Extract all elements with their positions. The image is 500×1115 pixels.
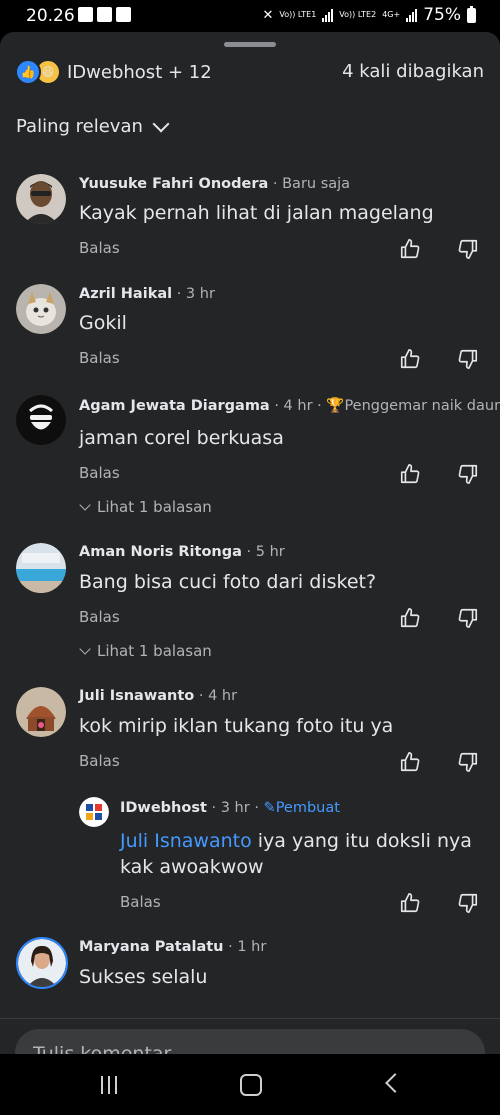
composer-bar: [0, 1018, 500, 1054]
comments-sheet: 👍 😆 IDwebhost + 12 4 kali dibagikan Pali…: [0, 32, 500, 1054]
thumbs-up-icon[interactable]: [399, 751, 421, 773]
comment-time: · 1 hr: [228, 939, 267, 955]
reply-time: · 3 hr ·: [211, 800, 259, 816]
avatar[interactable]: [16, 284, 66, 334]
recent-apps-icon[interactable]: [101, 1076, 117, 1094]
comment-time: · 3 hr: [176, 286, 215, 302]
gallery-icon: [116, 7, 131, 22]
like-reaction-icon: 👍: [15, 59, 41, 85]
comment-time: · Baru saja: [272, 176, 351, 192]
trophy-icon: 🏆: [326, 398, 345, 414]
avatar[interactable]: [16, 395, 66, 445]
thumbs-up-icon[interactable]: [399, 348, 421, 370]
thumbs-up-icon[interactable]: [399, 607, 421, 629]
avatar[interactable]: [16, 687, 66, 737]
thumbs-down-icon[interactable]: [457, 463, 479, 485]
shares-count[interactable]: 4 kali dibagikan: [342, 61, 484, 82]
youtube-icon: [97, 7, 112, 22]
thumbs-down-icon[interactable]: [457, 348, 479, 370]
home-icon[interactable]: [240, 1074, 262, 1096]
page-avatar[interactable]: [79, 797, 109, 827]
commenter-name[interactable]: Azril Haikal: [79, 286, 172, 302]
network-label: 4G+: [382, 10, 401, 19]
thumbs-up-icon[interactable]: [399, 463, 421, 485]
view-replies-link[interactable]: Lihat 1 balasan: [79, 498, 212, 516]
reply-button[interactable]: Balas: [79, 608, 120, 626]
reaction-summary[interactable]: 👍 😆 IDwebhost + 12: [15, 59, 212, 85]
notification-icons: [78, 7, 131, 22]
battery-percent: 75%: [423, 5, 461, 25]
comment-meta: Azril Haikal · 3 hr: [79, 286, 215, 302]
fan-badge: Penggemar naik daun: [344, 398, 500, 414]
comment-text: Kayak pernah lihat di jalan magelang: [79, 202, 434, 224]
reply-button[interactable]: Balas: [79, 349, 120, 367]
back-icon[interactable]: [385, 1073, 405, 1093]
reply-author-name[interactable]: IDwebhost: [120, 800, 207, 816]
comment-input[interactable]: [31, 1029, 465, 1054]
reply-button[interactable]: Balas: [79, 239, 120, 257]
comment-time: · 5 hr: [246, 544, 285, 560]
reply-button[interactable]: Balas: [79, 752, 120, 770]
system-nav-bar: [0, 1054, 500, 1115]
avatar[interactable]: [16, 543, 66, 593]
comment-text: kok mirip iklan tukang foto itu ya: [79, 715, 394, 737]
comment-text: jaman corel berkuasa: [79, 427, 284, 449]
commenter-name[interactable]: Agam Jewata Diargama: [79, 398, 270, 414]
drag-handle[interactable]: [224, 42, 276, 47]
comment-composer[interactable]: [15, 1029, 485, 1054]
sort-label: Paling relevan: [16, 116, 143, 137]
sim1-label: Vo)) LTE1: [279, 10, 317, 19]
comment-text: Bang bisa cuci foto dari disket?: [79, 571, 377, 593]
comment-meta: Juli Isnawanto · 4 hr: [79, 688, 237, 704]
reply-text-line1: iya yang itu doksli nya: [251, 830, 472, 852]
battery-icon: [467, 5, 476, 23]
chevron-down-icon: [79, 642, 91, 655]
reply-text: Juli Isnawanto iya yang itu doksli nya k…: [120, 828, 472, 880]
chevron-down-icon: [79, 498, 91, 511]
reply-button[interactable]: Balas: [120, 893, 161, 911]
status-time: 20.26: [26, 6, 75, 26]
view-replies-label: Lihat 1 balasan: [97, 642, 212, 660]
gmail-icon: [78, 7, 93, 22]
status-right: ✕ Vo)) LTE1 Vo)) LTE2 4G+ 75%: [262, 5, 476, 25]
thumbs-up-icon[interactable]: [399, 892, 421, 914]
commenter-name[interactable]: Maryana Patalatu: [79, 939, 224, 955]
comment-meta: Aman Noris Ritonga · 5 hr: [79, 544, 285, 560]
reaction-summary-text: IDwebhost + 12: [67, 61, 212, 83]
thumbs-down-icon[interactable]: [457, 238, 479, 260]
reply-meta: IDwebhost · 3 hr · ✎Pembuat: [120, 800, 340, 816]
avatar[interactable]: [16, 937, 68, 989]
pencil-icon: ✎: [263, 800, 276, 816]
comment-meta: Maryana Patalatu · 1 hr: [79, 939, 266, 955]
mention-link[interactable]: Juli Isnawanto: [120, 830, 252, 852]
avatar[interactable]: [16, 174, 66, 224]
thumbs-up-icon[interactable]: [399, 238, 421, 260]
comment-time: · 4 hr: [198, 688, 238, 704]
thumbs-down-icon[interactable]: [457, 892, 479, 914]
comment-time: · 4 hr ·: [274, 398, 322, 414]
thumbs-down-icon[interactable]: [457, 751, 479, 773]
view-replies-link[interactable]: Lihat 1 balasan: [79, 642, 212, 660]
commenter-name[interactable]: Juli Isnawanto: [79, 688, 194, 704]
reply-text-line2: kak awoakwow: [120, 856, 264, 878]
chevron-down-icon: [152, 115, 170, 132]
reply-button[interactable]: Balas: [79, 464, 120, 482]
comment-text: Gokil: [79, 312, 127, 334]
thumbs-down-icon[interactable]: [457, 607, 479, 629]
comment-text: Sukses selalu: [79, 966, 208, 988]
comment-meta: Agam Jewata Diargama · 4 hr · 🏆Penggemar…: [79, 397, 500, 414]
sim2-label: Vo)) LTE2: [339, 10, 377, 19]
commenter-name[interactable]: Aman Noris Ritonga: [79, 544, 242, 560]
signal-icon: [322, 8, 334, 22]
view-replies-label: Lihat 1 balasan: [97, 498, 212, 516]
commenter-name[interactable]: Yuusuke Fahri Onodera: [79, 176, 268, 192]
status-bar: 20.26 ✕ Vo)) LTE1 Vo)) LTE2 4G+ 75%: [0, 0, 500, 32]
signal-icon-2: [406, 8, 418, 22]
author-badge: Pembuat: [275, 800, 340, 816]
mute-icon: ✕: [262, 7, 274, 23]
sort-dropdown[interactable]: Paling relevan: [16, 115, 170, 137]
comment-meta: Yuusuke Fahri Onodera · Baru saja: [79, 176, 350, 192]
